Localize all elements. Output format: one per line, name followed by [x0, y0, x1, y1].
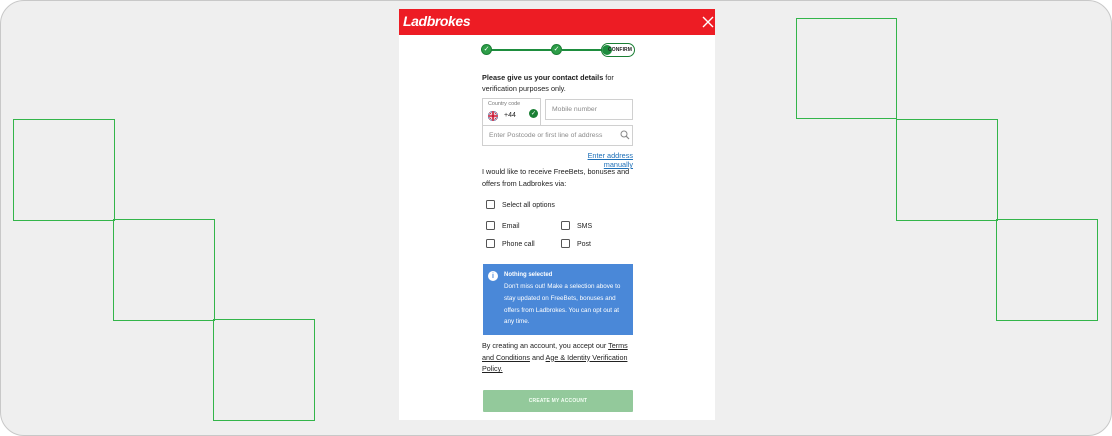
decor-square — [996, 219, 1098, 321]
country-code-value: +44 — [504, 112, 516, 119]
address-search-input[interactable] — [482, 125, 633, 146]
check-icon: ✓ — [529, 109, 538, 118]
info-body: Don't miss out! Make a selection above t… — [504, 283, 621, 326]
modal-header: Ladbrokes — [399, 9, 715, 35]
email-checkbox[interactable] — [486, 221, 495, 230]
page-background: Ladbrokes ✓ ✓ CONFIRM Please give us you… — [0, 0, 1112, 436]
select-all-checkbox[interactable] — [486, 200, 495, 209]
decor-square — [113, 219, 215, 321]
info-notice: i Nothing selected Don't miss out! Make … — [483, 264, 633, 335]
stepper-line — [562, 49, 604, 51]
email-label: Email — [502, 223, 520, 230]
terms-middle: and — [529, 352, 546, 362]
registration-modal: Ladbrokes ✓ ✓ CONFIRM Please give us you… — [399, 9, 715, 420]
step-confirm: CONFIRM — [601, 43, 635, 57]
step-2-complete-icon: ✓ — [551, 44, 562, 55]
progress-stepper: ✓ ✓ CONFIRM — [481, 43, 635, 57]
terms-text: By creating an account, you accept our T… — [482, 340, 634, 375]
phone-call-checkbox[interactable] — [486, 239, 495, 248]
contact-intro-text: Please give us your contact details for … — [482, 72, 642, 94]
sms-checkbox[interactable] — [561, 221, 570, 230]
search-icon[interactable] — [620, 130, 630, 140]
uk-flag-icon — [488, 111, 498, 121]
terms-prefix: By creating an account, you accept our — [482, 341, 609, 350]
close-icon[interactable] — [701, 15, 715, 29]
select-all-label: Select all options — [502, 202, 555, 209]
contact-intro-bold: Please give us your contact details — [482, 73, 604, 82]
info-icon: i — [488, 271, 498, 281]
mobile-number-input[interactable] — [545, 99, 633, 120]
country-code-label: Country code — [488, 101, 521, 107]
step-1-complete-icon: ✓ — [481, 44, 492, 55]
decor-square — [13, 119, 115, 221]
country-code-select[interactable]: Country code +44 ✓ — [482, 98, 541, 128]
marketing-prompt: I would like to receive FreeBets, bonuse… — [482, 167, 630, 188]
brand-logo: Ladbrokes — [403, 13, 471, 29]
stepper-line — [491, 49, 553, 51]
step-confirm-label: CONFIRM — [608, 47, 633, 53]
post-checkbox[interactable] — [561, 239, 570, 248]
info-title: Nothing selected — [504, 272, 553, 278]
create-account-button[interactable]: CREATE MY ACCOUNT — [483, 390, 633, 412]
phone-call-label: Phone call — [502, 241, 535, 248]
decor-square — [796, 18, 897, 119]
decor-square — [213, 319, 315, 421]
post-label: Post — [577, 241, 592, 248]
sms-label: SMS — [577, 223, 593, 230]
decor-square — [896, 119, 998, 221]
